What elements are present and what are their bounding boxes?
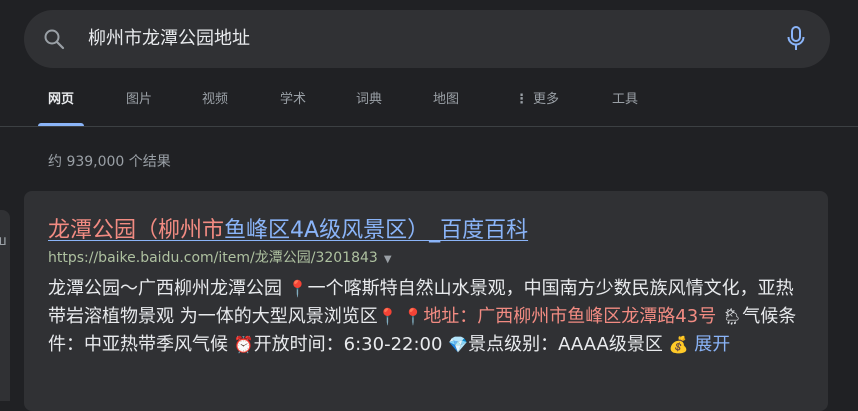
tab-videos[interactable]: 视频 [202, 88, 228, 126]
more-vert-icon: ⋮ [515, 92, 528, 107]
tab-web[interactable]: 网页 [37, 88, 85, 126]
expand-link[interactable]: 展开 [694, 334, 730, 355]
edge-icon: ꟺ [0, 233, 7, 249]
money-bag-icon: 💰 [668, 335, 689, 354]
tab-dictionary[interactable]: 词典 [356, 88, 382, 126]
search-tabs: 网页 图片 视频 学术 词典 地图 ⋮ 更多 工具 [0, 88, 858, 126]
snippet-level: 景点级别：AAAA级景区 [468, 334, 669, 355]
search-input[interactable]: 柳州市龙潭公园地址 [88, 10, 250, 68]
tab-more[interactable]: ⋮ 更多 [515, 88, 559, 126]
pin-icon: 📍 [377, 307, 398, 326]
alarm-clock-icon: ⏰ [233, 335, 254, 354]
search-icon[interactable] [42, 27, 66, 51]
result-title-highlight: 龙潭公园（柳州市 [48, 218, 225, 243]
diamond-icon: 💎 [448, 335, 469, 354]
result-stats: 约 939,000 个结果 [48, 154, 171, 170]
tab-images[interactable]: 图片 [126, 88, 152, 126]
tab-tools[interactable]: 工具 [612, 88, 638, 126]
microphone-icon[interactable] [786, 26, 806, 52]
snippet-intro: 龙潭公园～广西柳州龙潭公园 [48, 278, 288, 299]
search-result-card: 龙潭公园（柳州市鱼峰区4A级风景区）_百度百科 https://baike.ba… [24, 191, 828, 411]
snippet-hours: 开放时间：6:30-22:00 [253, 334, 449, 355]
weather-icon: 🌦 [721, 307, 743, 326]
tabs-divider [0, 126, 858, 127]
result-url[interactable]: https://baike.baidu.com/item/龙潭公园/320184… [48, 247, 392, 267]
result-snippet: 龙潭公园～广西柳州龙潭公园 📍一个喀斯特自然山水景观，中国南方少数民族风情文化，… [48, 275, 808, 359]
result-url-text: https://baike.baidu.com/item/龙潭公园/320184… [48, 250, 378, 266]
tab-maps[interactable]: 地图 [433, 88, 459, 126]
tab-more-label: 更多 [533, 92, 560, 107]
tab-scholar[interactable]: 学术 [280, 88, 306, 126]
result-title-link[interactable]: 龙潭公园（柳州市鱼峰区4A级风景区）_百度百科 [48, 212, 528, 244]
pin-icon: 📍 [287, 279, 308, 298]
search-bar[interactable]: 柳州市龙潭公园地址 [24, 10, 830, 68]
caret-down-icon[interactable]: ▼ [384, 254, 392, 265]
result-title-rest: 鱼峰区4A级风景区）_百度百科 [224, 218, 529, 243]
snippet-address: 地址：广西柳州市鱼峰区龙潭路43号 [423, 306, 717, 327]
map-pin-icon: 📍 [403, 307, 424, 326]
